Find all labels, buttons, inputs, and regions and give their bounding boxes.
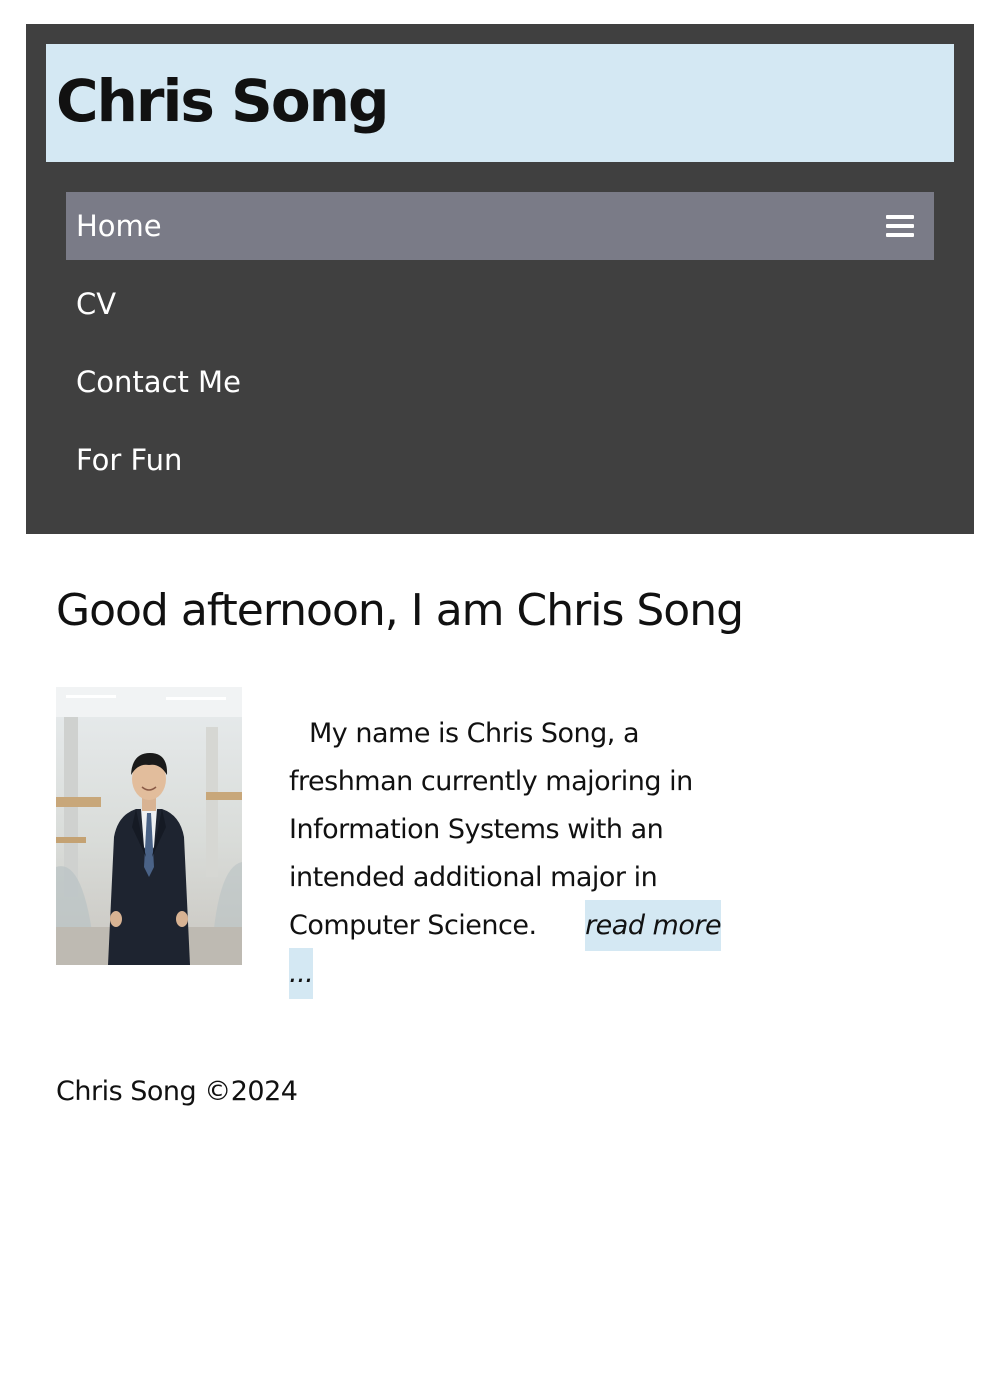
hamburger-menu-icon[interactable] bbox=[886, 215, 914, 237]
nav-item-for-fun[interactable]: For Fun bbox=[66, 426, 934, 494]
nav-item-label[interactable]: For Fun bbox=[76, 443, 182, 477]
nav-item-label[interactable]: Contact Me bbox=[76, 365, 241, 399]
nav-item-contact[interactable]: Contact Me bbox=[66, 348, 934, 416]
nav-item-label[interactable]: CV bbox=[76, 287, 116, 321]
nav-item-cv[interactable]: CV bbox=[66, 270, 934, 338]
site-title[interactable]: Chris Song bbox=[56, 66, 389, 136]
site-header: Chris Song Home CV Contact Me For Fun bbox=[26, 24, 974, 534]
portrait-image bbox=[56, 687, 242, 965]
title-banner: Chris Song bbox=[46, 44, 954, 162]
nav-item-home[interactable]: Home bbox=[66, 192, 934, 260]
main-nav: Home CV Contact Me For Fun bbox=[66, 192, 934, 504]
greeting-heading: Good afternoon, I am Chris Song bbox=[56, 585, 744, 636]
nav-item-label[interactable]: Home bbox=[76, 209, 162, 243]
footer-copyright: Chris Song ©2024 bbox=[56, 1076, 298, 1107]
intro-paragraph: My name is Chris Song, a freshman curren… bbox=[289, 710, 729, 999]
